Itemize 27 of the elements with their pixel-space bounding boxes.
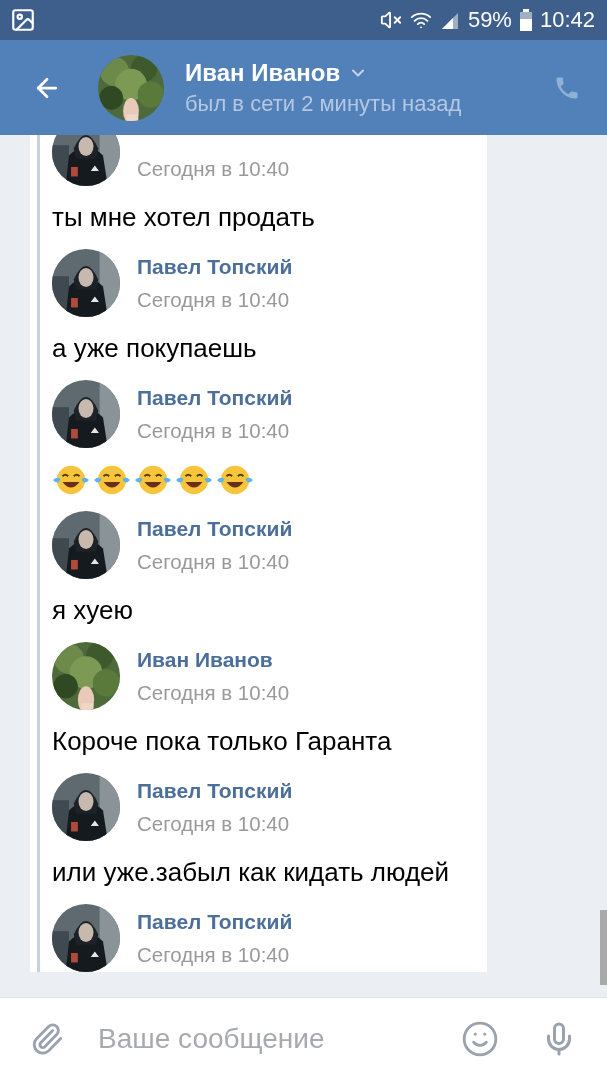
contact-name[interactable]: Иван Иванов	[185, 58, 341, 87]
message-time: Сегодня в 10:40	[137, 811, 291, 836]
author-name[interactable]: Павел Топский	[137, 254, 293, 279]
last-seen-status: был в сети 2 минуты назад	[185, 90, 463, 117]
battery-icon	[519, 9, 532, 31]
message-text: ты мне хотел продать	[52, 201, 316, 234]
clock: 10:42	[539, 7, 595, 33]
image-icon	[10, 7, 36, 33]
author-name[interactable]: Павел Топский	[137, 516, 293, 541]
emoji-button[interactable]	[461, 1020, 499, 1058]
battery-percent: 59%	[467, 7, 512, 33]
message-time: Сегодня в 10:40	[137, 418, 291, 443]
author-name[interactable]: Иван Иванов	[137, 647, 290, 672]
message-text: я хуею	[52, 594, 134, 627]
message-time: Сегодня в 10:40	[137, 942, 291, 967]
author-name[interactable]: Павел Топский	[137, 385, 293, 410]
mute-icon	[379, 9, 402, 31]
message-time: Сегодня в 10:40	[137, 156, 290, 181]
message-time: Сегодня в 10:40	[137, 287, 291, 312]
message-text: Короче пока только Гаранта	[52, 725, 393, 758]
attach-button[interactable]	[30, 1022, 64, 1056]
message-text: а уже покупаешь	[52, 332, 258, 365]
author-name[interactable]: Павел Топский	[137, 778, 293, 803]
message-time: Сегодня в 10:40	[137, 680, 290, 705]
message-time: Сегодня в 10:40	[137, 549, 291, 574]
message-text: или уже.забыл как кидать людей	[52, 856, 451, 889]
author-name[interactable]: Павел Топский	[137, 909, 293, 934]
